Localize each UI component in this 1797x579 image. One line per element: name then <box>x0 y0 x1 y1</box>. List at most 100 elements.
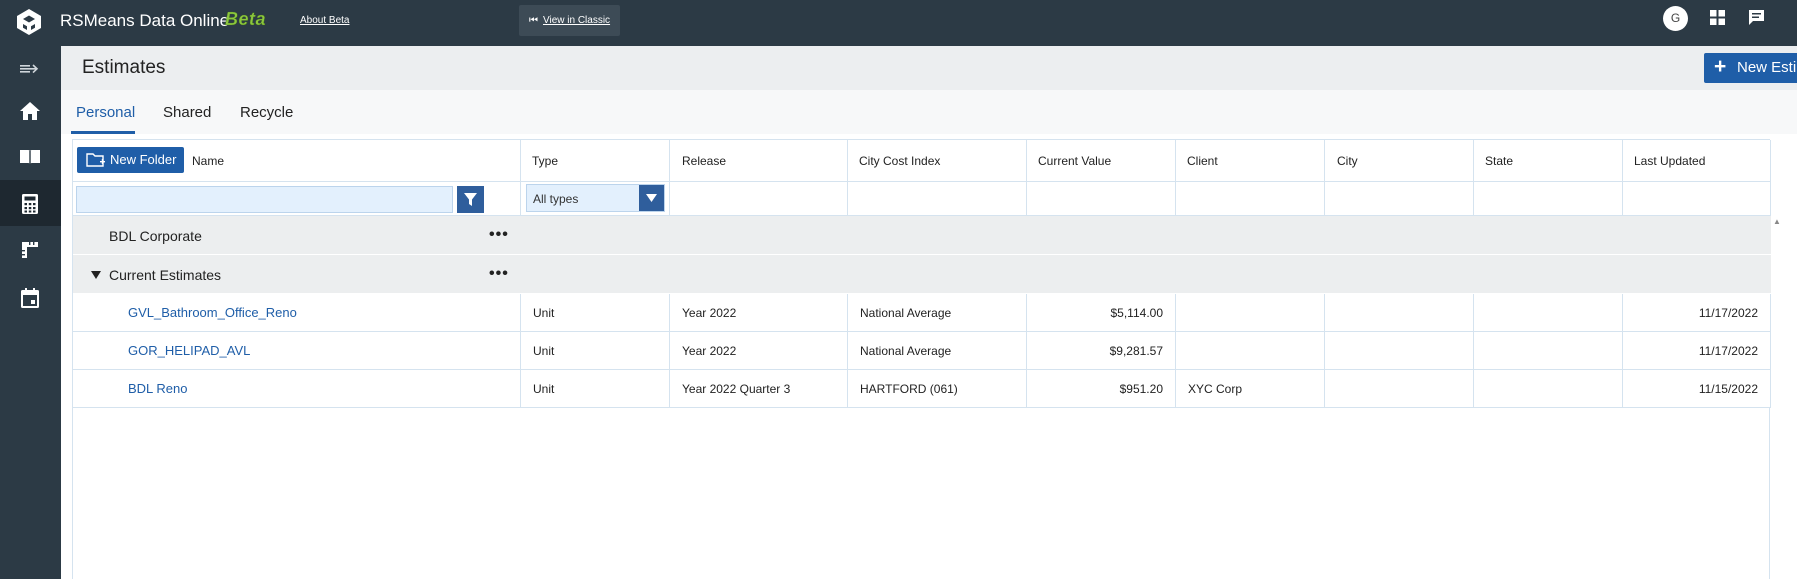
cell-cci-text: National Average <box>860 306 952 320</box>
cell-cci: National Average <box>848 332 1027 369</box>
client-filter-cell[interactable] <box>1176 182 1325 216</box>
cell-updated: 11/17/2022 <box>1623 294 1771 331</box>
page-title: Estimates <box>82 57 166 78</box>
user-avatar[interactable]: G <box>1663 6 1688 31</box>
apps-grid-icon[interactable] <box>1709 9 1726 26</box>
column-header-type[interactable]: Type <box>521 140 670 182</box>
state-filter-cell[interactable] <box>1474 182 1623 216</box>
estimate-link[interactable]: GOR_HELIPAD_AVL <box>128 343 250 358</box>
cell-city <box>1325 294 1474 331</box>
column-label-release: Release <box>682 154 727 168</box>
skip-back-icon: ⏮ <box>529 15 538 26</box>
grid-filter-row: All types <box>73 182 1771 216</box>
home-icon <box>20 102 40 120</box>
estimate-link[interactable]: BDL Reno <box>128 381 188 396</box>
column-label-city: City <box>1337 154 1358 168</box>
column-header-client[interactable]: Client <box>1176 140 1325 182</box>
new-folder-button[interactable]: New Folder <box>77 147 184 173</box>
active-tab-indicator <box>71 131 135 134</box>
column-label-type: Type <box>532 154 559 168</box>
column-header-state[interactable]: State <box>1474 140 1623 182</box>
name-filter-button[interactable] <box>457 186 484 213</box>
table-row[interactable]: GVL_Bathroom_Office_Reno Unit Year 2022 … <box>73 294 1771 332</box>
tab-personal[interactable]: Personal <box>76 104 135 121</box>
cell-city <box>1325 332 1474 369</box>
folder-row[interactable]: Current Estimates ••• <box>73 255 1771 294</box>
cell-state <box>1474 294 1623 331</box>
sidebar-expand[interactable] <box>0 46 61 92</box>
cell-value: $9,281.57 <box>1027 332 1176 369</box>
sidebar-item-measure[interactable] <box>0 226 61 272</box>
new-estimate-button[interactable]: + New Estimate <box>1704 53 1797 83</box>
about-beta-link[interactable]: About Beta <box>300 15 349 26</box>
cci-filter-cell[interactable] <box>848 182 1027 216</box>
feedback-chat-icon[interactable] <box>1748 9 1765 26</box>
cell-value: $5,114.00 <box>1027 294 1176 331</box>
calculator-icon <box>22 194 38 214</box>
type-filter-cell: All types <box>521 182 670 216</box>
tab-recycle[interactable]: Recycle <box>240 104 293 121</box>
cell-state <box>1474 370 1623 407</box>
column-label-client: Client <box>1187 154 1218 168</box>
expand-menu-icon <box>20 64 39 74</box>
cell-release: Year 2022 <box>670 332 848 369</box>
page-header: Estimates + New Estimate <box>61 46 1797 90</box>
cell-updated-text: 11/17/2022 <box>1698 306 1758 320</box>
beta-badge: Beta <box>225 9 267 29</box>
type-filter-value: All types <box>533 192 579 206</box>
triangle-down-icon <box>646 194 657 202</box>
view-in-classic-button[interactable]: ⏮ View in Classic <box>519 5 620 36</box>
folder-row[interactable]: BDL Corporate ••• <box>73 216 1771 255</box>
cell-client <box>1176 332 1325 369</box>
table-row[interactable]: GOR_HELIPAD_AVL Unit Year 2022 National … <box>73 332 1771 370</box>
cell-updated: 11/15/2022 <box>1623 370 1771 407</box>
cell-value-text: $951.20 <box>1119 382 1163 396</box>
column-header-city-cost-index[interactable]: City Cost Index <box>848 140 1027 182</box>
folder-more-options-icon[interactable]: ••• <box>489 265 509 283</box>
cell-client: XYC Corp <box>1176 370 1325 407</box>
name-filter-input[interactable] <box>76 186 453 213</box>
cell-cci-text: HARTFORD (061) <box>860 382 958 396</box>
updated-filter-cell[interactable] <box>1623 182 1771 216</box>
sidebar-item-schedule[interactable] <box>0 274 61 320</box>
cell-cci: National Average <box>848 294 1027 331</box>
view-in-classic-label: View in Classic <box>543 15 611 26</box>
table-row[interactable]: BDL Reno Unit Year 2022 Quarter 3 HARTFO… <box>73 370 1771 408</box>
column-header-city[interactable]: City <box>1325 140 1474 182</box>
estimate-tabs: Personal Shared Recycle <box>61 90 1797 134</box>
column-label-name[interactable]: Name <box>192 154 224 168</box>
cell-type: Unit <box>521 294 670 331</box>
folder-name[interactable]: BDL Corporate <box>109 228 202 244</box>
folder-name[interactable]: Current Estimates <box>109 267 221 283</box>
tab-shared[interactable]: Shared <box>163 104 211 121</box>
value-filter-cell[interactable] <box>1027 182 1176 216</box>
cell-release: Year 2022 Quarter 3 <box>670 370 848 407</box>
column-header-last-updated[interactable]: Last Updated <box>1623 140 1771 182</box>
column-header-release[interactable]: Release <box>670 140 848 182</box>
plus-icon: + <box>1714 55 1727 78</box>
sidebar-item-home[interactable] <box>0 88 61 134</box>
city-filter-cell[interactable] <box>1325 182 1474 216</box>
cell-cci: HARTFORD (061) <box>848 370 1027 407</box>
book-icon <box>20 150 40 165</box>
release-filter-cell[interactable] <box>670 182 848 216</box>
type-filter-dropdown[interactable] <box>639 185 664 211</box>
type-filter-select[interactable]: All types <box>526 184 665 212</box>
grid-scrollbar[interactable]: ▲ <box>1771 215 1783 579</box>
rsmeans-logo-icon[interactable] <box>14 7 44 37</box>
sidebar-item-estimates[interactable] <box>0 180 61 226</box>
scroll-up-arrow-icon[interactable]: ▲ <box>1773 217 1781 226</box>
caret-down-icon[interactable] <box>91 271 101 279</box>
folder-more-options-icon[interactable]: ••• <box>489 226 509 244</box>
estimate-link[interactable]: GVL_Bathroom_Office_Reno <box>128 305 297 320</box>
ruler-icon <box>22 242 38 258</box>
add-folder-icon <box>86 153 105 167</box>
funnel-icon <box>464 193 477 206</box>
estimates-grid: New Folder Name Type Release City Cost I… <box>72 139 1771 579</box>
cell-client <box>1176 294 1325 331</box>
sidebar-item-books[interactable] <box>0 134 61 180</box>
app-title: RSMeans Data Online <box>60 11 230 30</box>
cell-value-text: $9,281.57 <box>1109 344 1163 358</box>
column-header-current-value[interactable]: Current Value <box>1027 140 1176 182</box>
cell-city <box>1325 370 1474 407</box>
